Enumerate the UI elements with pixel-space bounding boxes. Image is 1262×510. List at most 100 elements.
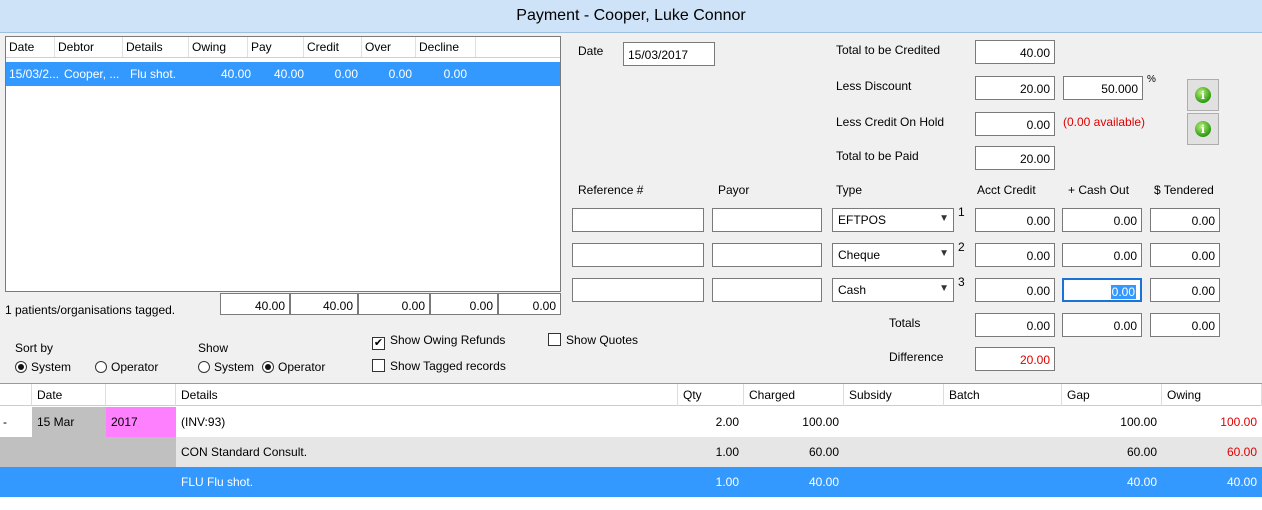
show-quotes-checkbox[interactable]: Show Quotes (548, 333, 638, 347)
invoice-line-row[interactable]: CON Standard Consult. 1.00 60.00 60.00 6… (0, 437, 1262, 467)
checkbox-empty-icon (372, 359, 385, 372)
invoice-line-row-selected[interactable]: FLU Flu shot. 1.00 40.00 40.00 40.00 (0, 467, 1262, 497)
credit-info-button[interactable]: i (1187, 113, 1219, 145)
total-paid-field: 20.00 (975, 146, 1055, 170)
show-operator-radio[interactable]: Operator (262, 360, 325, 374)
line-gap: 60.00 (1126, 445, 1157, 459)
show-system-radio[interactable]: System (198, 360, 254, 374)
reference-field-3[interactable] (572, 278, 704, 302)
total-pay-field: 40.00 (290, 293, 358, 315)
show-quotes-label: Show Quotes (566, 333, 639, 347)
col-header-year[interactable] (106, 384, 176, 406)
col-header-over[interactable]: Over (362, 37, 416, 57)
debtor-row[interactable]: 15/03/2... Cooper, ... Flu shot. 40.00 4… (6, 62, 560, 86)
line-qty: 1.00 (715, 475, 739, 489)
reference-field-1[interactable] (572, 208, 704, 232)
sort-by-system-radio[interactable]: System (15, 360, 71, 374)
debtor-row-credit: 0.00 (334, 67, 358, 81)
total-credited-field: 40.00 (975, 40, 1055, 64)
show-operator-label: Operator (278, 360, 326, 374)
payor-field-3[interactable] (712, 278, 822, 302)
info-icon: i (1195, 121, 1211, 137)
col-header-charged[interactable]: Charged (744, 384, 844, 406)
less-credit-on-hold-field[interactable]: 0.00 (975, 112, 1055, 136)
total-credited-label: Total to be Credited (836, 43, 941, 57)
debtor-row-date: 15/03/2... (9, 67, 60, 81)
show-tagged-records-checkbox[interactable]: Show Tagged records (372, 359, 506, 373)
radio-selected-icon (15, 361, 27, 373)
tagged-count-text: 1 patients/organisations tagged. (5, 303, 176, 317)
sort-system-label: System (31, 360, 72, 374)
window-title-bar: Payment - Cooper, Luke Connor (0, 0, 1262, 33)
col-header-date[interactable]: Date (32, 384, 106, 406)
debtor-row-over: 0.00 (388, 67, 412, 81)
less-credit-on-hold-label: Less Credit On Hold (836, 115, 945, 129)
col-header-pay[interactable]: Pay (248, 37, 304, 57)
cash-out-field-3[interactable]: 0.00 (1062, 278, 1142, 302)
col-header-subsidy[interactable]: Subsidy (844, 384, 944, 406)
acct-credit-field-3[interactable]: 0.00 (975, 278, 1055, 302)
show-label: Show (198, 341, 229, 355)
show-owing-refunds-checkbox[interactable]: ✔ Show Owing Refunds (372, 333, 505, 350)
debtor-row-details: Flu shot. (130, 67, 177, 81)
discount-info-button[interactable]: i (1187, 79, 1219, 111)
col-header-date[interactable]: Date (6, 37, 55, 57)
line-subsidy (844, 467, 944, 497)
payor-field-1[interactable] (712, 208, 822, 232)
payment-type-select-3[interactable]: Cash ▼ (832, 278, 954, 302)
payment-type-value: EFTPOS (838, 213, 887, 227)
col-header-gap[interactable]: Gap (1062, 384, 1162, 406)
col-header-batch[interactable]: Batch (944, 384, 1062, 406)
totals-tendered-field: 0.00 (1150, 313, 1220, 337)
line-subsidy (844, 437, 944, 467)
sort-by-operator-radio[interactable]: Operator (95, 360, 158, 374)
credit-available-text: (0.00 available) (1063, 115, 1146, 129)
cash-out-field-2[interactable]: 0.00 (1062, 243, 1142, 267)
invoice-row[interactable]: - 15 Mar 2017 (INV:93) 2.00 100.00 100.0… (0, 407, 1262, 437)
debtor-list[interactable]: Date Debtor Details Owing Pay Credit Ove… (5, 36, 561, 292)
payor-field-2[interactable] (712, 243, 822, 267)
payment-type-select-1[interactable]: EFTPOS ▼ (832, 208, 954, 232)
difference-field: 20.00 (975, 347, 1055, 371)
date-label: Date (578, 44, 604, 58)
col-header-qty[interactable]: Qty (678, 384, 744, 406)
chevron-down-icon: ▼ (939, 213, 949, 224)
payment-date-field[interactable]: 15/03/2017 (623, 42, 715, 66)
col-header-details[interactable]: Details (123, 37, 189, 57)
col-header-details[interactable]: Details (176, 384, 678, 406)
radio-selected-icon (262, 361, 274, 373)
col-header-owing[interactable]: Owing (1162, 384, 1262, 406)
tendered-field-3[interactable]: 0.00 (1150, 278, 1220, 302)
acct-credit-field-2[interactable]: 0.00 (975, 243, 1055, 267)
col-header-owing[interactable]: Owing (189, 37, 248, 57)
discount-percent-field[interactable]: 50.000 (1063, 76, 1143, 100)
invoice-year: 2017 (106, 407, 176, 437)
collapse-icon[interactable]: - (0, 407, 32, 437)
invoice-grid[interactable]: Date Details Qty Charged Subsidy Batch G… (0, 383, 1262, 510)
total-decline-field: 0.00 (498, 293, 561, 315)
line-number: 2 (958, 240, 965, 254)
line-number: 1 (958, 205, 965, 219)
less-discount-field[interactable]: 20.00 (975, 76, 1055, 100)
checkbox-empty-icon (548, 333, 561, 346)
invoice-batch (944, 407, 1062, 437)
checkmark-icon: ✔ (372, 337, 385, 350)
invoice-owing: 100.00 (1220, 415, 1257, 429)
sort-operator-label: Operator (111, 360, 159, 374)
tendered-field-1[interactable]: 0.00 (1150, 208, 1220, 232)
line-details: CON Standard Consult. (181, 445, 308, 459)
acct-credit-field-1[interactable]: 0.00 (975, 208, 1055, 232)
reference-field-2[interactable] (572, 243, 704, 267)
line-charged: 60.00 (808, 445, 839, 459)
col-header-decline[interactable]: Decline (416, 37, 476, 57)
chevron-down-icon: ▼ (939, 283, 949, 294)
col-header-credit[interactable]: Credit (304, 37, 362, 57)
tendered-field-2[interactable]: 0.00 (1150, 243, 1220, 267)
cash-out-field-1[interactable]: 0.00 (1062, 208, 1142, 232)
row-gutter (0, 437, 176, 467)
col-header-debtor[interactable]: Debtor (55, 37, 123, 57)
line-number: 3 (958, 275, 965, 289)
debtor-row-debtor: Cooper, ... (64, 67, 120, 81)
debtor-list-header: Date Debtor Details Owing Pay Credit Ove… (6, 37, 560, 58)
payment-type-select-2[interactable]: Cheque ▼ (832, 243, 954, 267)
